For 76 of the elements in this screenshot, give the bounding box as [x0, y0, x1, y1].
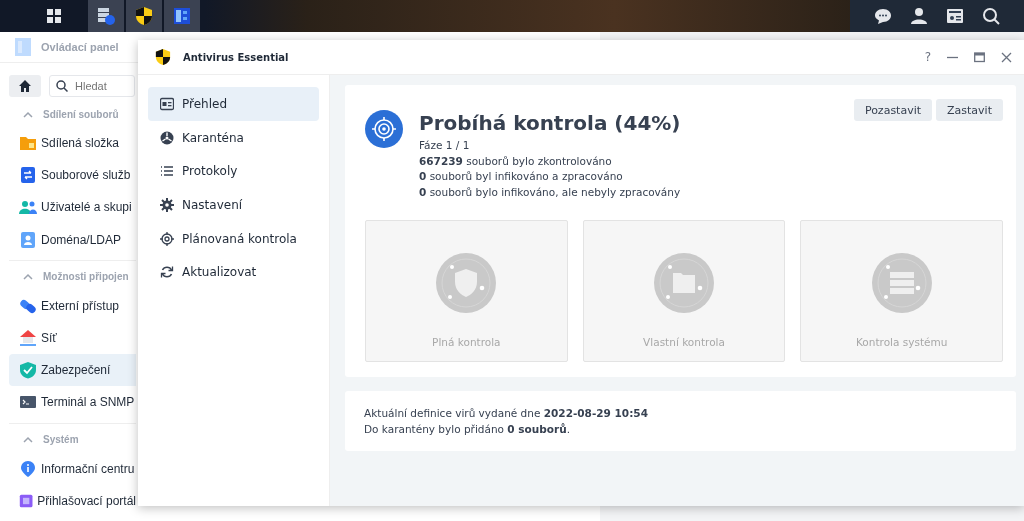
- item-label: Doména/LDAP: [41, 232, 122, 247]
- section-header: Systém: [43, 434, 79, 445]
- shield-icon: [135, 6, 153, 26]
- item-label: Sdílená složka: [41, 136, 120, 151]
- item-label: Externí přístup: [41, 298, 120, 313]
- sidebar-item[interactable]: Doména/LDAP: [9, 223, 136, 256]
- info-line: Aktuální definice virů vydané dne 2022-08-29 10:54: [364, 406, 649, 421]
- window-title: Ovládací panel: [41, 41, 119, 53]
- nav-item[interactable]: Plánovaná kontrola: [148, 221, 319, 256]
- chat-icon[interactable]: [874, 7, 892, 25]
- item-label: Uživatelé a skupi: [41, 200, 132, 215]
- shield-icon: [155, 48, 171, 66]
- shield-scan-icon: [435, 252, 498, 314]
- contact-card-icon: [19, 230, 37, 249]
- target-icon: [160, 231, 174, 246]
- app-button[interactable]: [88, 0, 124, 32]
- section-header: Možnosti připojen: [43, 271, 129, 283]
- folder-icon: [19, 134, 37, 153]
- item-label: Informační centru: [41, 461, 135, 476]
- section-header: Sdílení souborů: [43, 108, 119, 120]
- info-pin-icon: [19, 459, 37, 478]
- sidebar-item[interactable]: Přihlašovací portál: [9, 484, 136, 517]
- nav-item[interactable]: Aktualizovat: [148, 255, 319, 290]
- status-line: 667239 souborů bylo zkontrolováno: [419, 153, 613, 169]
- sidebar-item[interactable]: Uživatelé a skupi: [9, 191, 136, 224]
- status-line: 0 souborů bylo infikováno, ale nebyly zpracovány: [419, 184, 682, 200]
- info-line: Do karantény bylo přidáno 0 souborů.: [364, 422, 571, 437]
- user-icon[interactable]: [910, 7, 928, 25]
- list-icon: [160, 164, 174, 179]
- panel-icon: [173, 7, 191, 25]
- status-line: Fáze 1 / 1: [419, 138, 471, 153]
- item-label: Síť: [41, 331, 57, 346]
- sidebar-item[interactable]: Informační centru: [9, 452, 136, 485]
- sidebar-item[interactable]: Zabezpečení: [9, 354, 136, 387]
- app-button[interactable]: [126, 0, 162, 32]
- nav-item[interactable]: Karanténa: [148, 120, 319, 155]
- pause-button[interactable]: Pozastavit: [853, 99, 933, 121]
- users-icon: [19, 198, 37, 217]
- sidebar-item[interactable]: Síť: [9, 321, 136, 355]
- grid-icon: [46, 8, 62, 24]
- settings-icon: [160, 197, 174, 212]
- sidebar-item[interactable]: Terminál a SNMP: [9, 386, 136, 419]
- search-icon[interactable]: [982, 7, 1000, 25]
- scan-status-title: Probíhá kontrola (44%): [419, 111, 682, 135]
- nav-item[interactable]: Nastavení: [148, 188, 319, 222]
- item-label: Souborové služb: [41, 168, 131, 183]
- scan-target-icon: [365, 110, 403, 148]
- house-icon: [19, 329, 37, 348]
- hazard-icon: [160, 130, 174, 145]
- help-button[interactable]: ?: [924, 50, 931, 64]
- sidebar-item[interactable]: Sdílená složka: [9, 127, 136, 160]
- widgets-icon[interactable]: [946, 7, 964, 25]
- item-label: Terminál a SNMP: [41, 395, 135, 410]
- home-icon: [19, 80, 31, 92]
- stop-button[interactable]: Zastavit: [936, 99, 1003, 121]
- item-label: Přihlašovací portál: [37, 493, 136, 508]
- folder-scan-icon: [653, 252, 715, 314]
- control-panel-icon: [15, 38, 31, 56]
- status-line: 0 souborů byl infikováno a zpracováno: [419, 169, 624, 184]
- window-title: Antivirus Essential: [183, 51, 290, 63]
- search-field[interactable]: Hledat: [49, 75, 135, 97]
- maximize-icon[interactable]: [974, 51, 985, 63]
- close-icon[interactable]: [1001, 51, 1012, 63]
- home-button[interactable]: [9, 75, 41, 97]
- shield-check-icon: [19, 361, 37, 380]
- sidebar-item[interactable]: Externí přístup: [9, 289, 136, 322]
- dashboard-icon: [160, 96, 174, 111]
- sidebar-item[interactable]: Souborové služb: [9, 159, 136, 192]
- nav-item[interactable]: Přehled: [148, 87, 319, 121]
- nav-item[interactable]: Protokoly: [148, 154, 319, 189]
- app-button[interactable]: [164, 0, 200, 32]
- refresh-icon: [160, 265, 174, 280]
- file-transfer-icon: [19, 166, 37, 185]
- storage-icon: [96, 6, 116, 26]
- server-scan-icon: [870, 252, 933, 314]
- item-label: Zabezpečení: [41, 363, 111, 378]
